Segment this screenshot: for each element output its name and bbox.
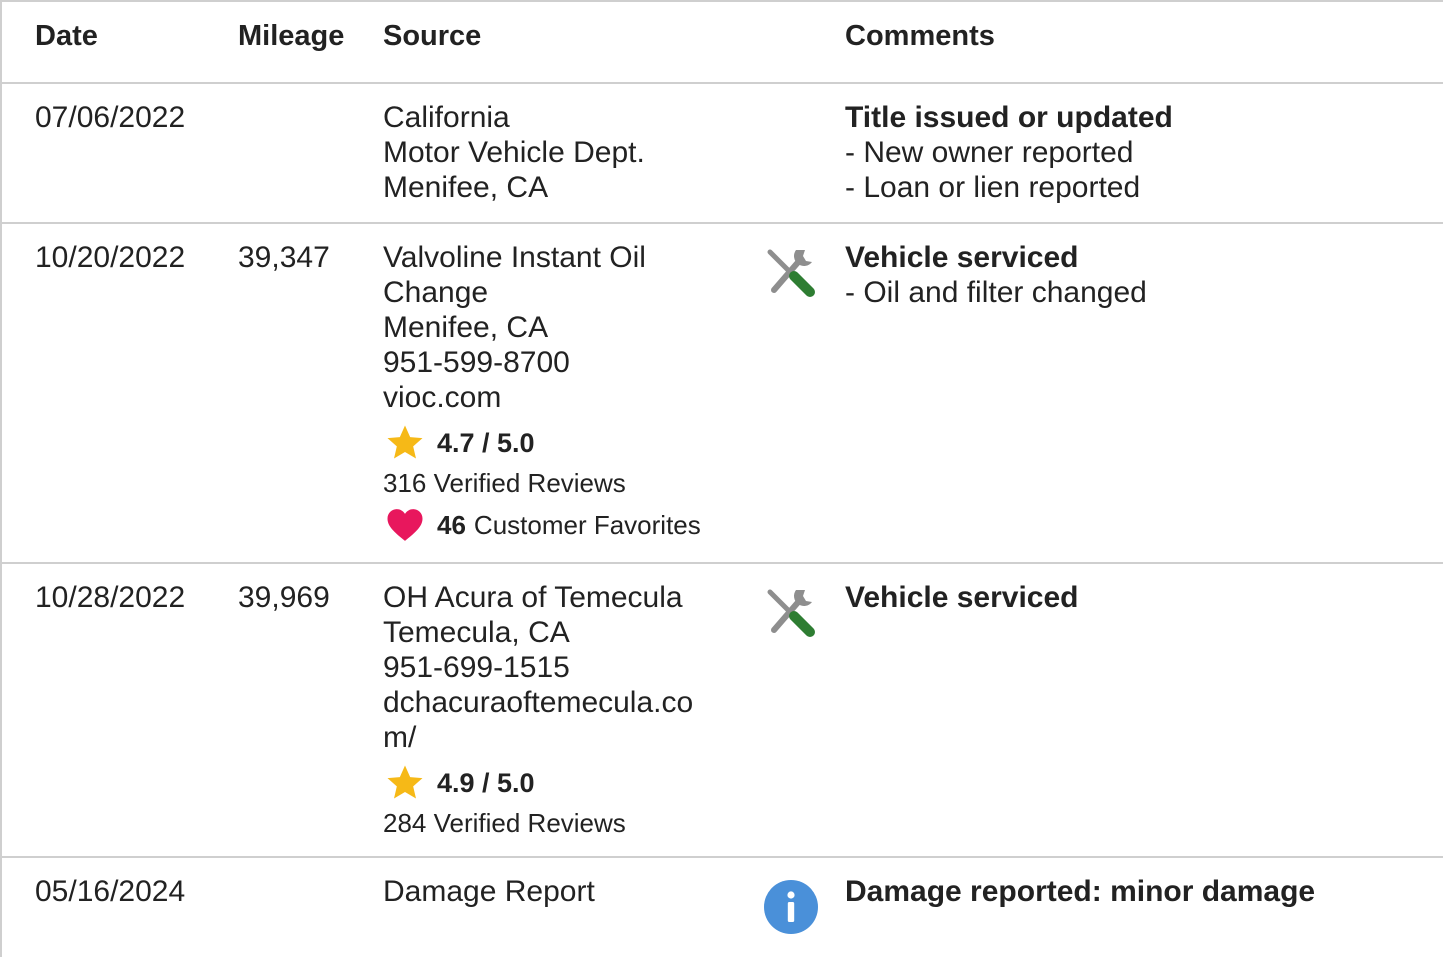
favorites-label: Customer Favorites xyxy=(473,509,701,540)
comment-title: Damage reported: minor damage xyxy=(845,875,1316,908)
rating: 4.9 / 5.0 xyxy=(383,763,723,803)
customer-favorites: 46 Customer Favorites xyxy=(383,505,728,545)
row-mileage: 39,969 xyxy=(238,581,330,614)
row-date: 10/28/2022 xyxy=(35,581,186,614)
row-date: 10/20/2022 xyxy=(35,241,186,274)
header-comments: Comments xyxy=(845,20,995,52)
verified-reviews-link[interactable]: 284 Verified Reviews xyxy=(383,805,723,841)
heart-icon xyxy=(387,509,423,541)
star-icon xyxy=(387,425,423,459)
row-date: 07/06/2022 xyxy=(35,101,186,134)
source-line: Change xyxy=(383,276,489,309)
rating-score: 4.7 / 5.0 xyxy=(437,427,535,458)
header-source: Source xyxy=(383,20,482,52)
comment-item: - Loan or lien reported xyxy=(845,171,1141,204)
row-comments: Title issued or updated - New owner repo… xyxy=(845,100,1173,205)
row-comments: Vehicle serviced - Oil and filter change… xyxy=(845,240,1147,310)
row-comments: Damage reported: minor damage xyxy=(845,874,1315,909)
info-icon[interactable] xyxy=(762,878,820,936)
row-source: OH Acura of Temecula Temecula, CA 951-69… xyxy=(383,580,723,841)
comment-item: - Oil and filter changed xyxy=(845,276,1147,309)
favorites-count: 46 xyxy=(437,509,466,540)
row-mileage: 39,347 xyxy=(238,241,330,274)
rating-score: 4.9 / 5.0 xyxy=(437,767,535,798)
vehicle-history-table: Date Mileage Source Comments 07/06/2022 … xyxy=(0,0,1443,957)
header-mileage: Mileage xyxy=(238,20,345,52)
rating: 4.7 / 5.0 xyxy=(383,423,728,463)
source-line: Menifee, CA xyxy=(383,171,549,204)
source-link[interactable]: vioc.com xyxy=(383,380,728,415)
source-line: California xyxy=(383,101,510,134)
row-comments: Vehicle serviced xyxy=(845,580,1079,615)
table-row: 10/20/2022 39,347 Valvoline Instant Oil … xyxy=(2,224,1443,564)
source-line: 951-699-1515 xyxy=(383,651,570,684)
star-icon xyxy=(387,765,423,799)
table-row: 05/16/2024 Damage Report Damage reported… xyxy=(2,858,1443,959)
table-row: 07/06/2022 California Motor Vehicle Dept… xyxy=(2,84,1443,224)
row-source: California Motor Vehicle Dept. Menifee, … xyxy=(383,100,728,205)
source-line: Temecula, CA xyxy=(383,616,570,649)
source-line: OH Acura of Temecula xyxy=(383,581,683,614)
tools-icon xyxy=(762,244,820,302)
table-row: 10/28/2022 39,969 OH Acura of Temecula T… xyxy=(2,564,1443,858)
source-line: Menifee, CA xyxy=(383,311,549,344)
comment-title: Vehicle serviced xyxy=(845,581,1079,614)
header-date: Date xyxy=(35,20,98,52)
source-line: 951-599-8700 xyxy=(383,346,570,379)
table-header: Date Mileage Source Comments xyxy=(2,2,1443,84)
source-line: Motor Vehicle Dept. xyxy=(383,136,645,169)
source-link[interactable]: dchacuraoftemecula.com/ xyxy=(383,685,723,755)
tools-icon xyxy=(762,584,820,642)
source-line: Valvoline Instant Oil xyxy=(383,241,646,274)
verified-reviews-link[interactable]: 316 Verified Reviews xyxy=(383,465,728,501)
row-date: 05/16/2024 xyxy=(35,875,186,908)
comment-title: Title issued or updated xyxy=(845,101,1173,134)
comment-item: - New owner reported xyxy=(845,136,1134,169)
row-source: Damage Report xyxy=(383,874,728,909)
comment-title: Vehicle serviced xyxy=(845,241,1079,274)
source-line: Damage Report xyxy=(383,875,595,908)
row-source: Valvoline Instant Oil Change Menifee, CA… xyxy=(383,240,728,545)
